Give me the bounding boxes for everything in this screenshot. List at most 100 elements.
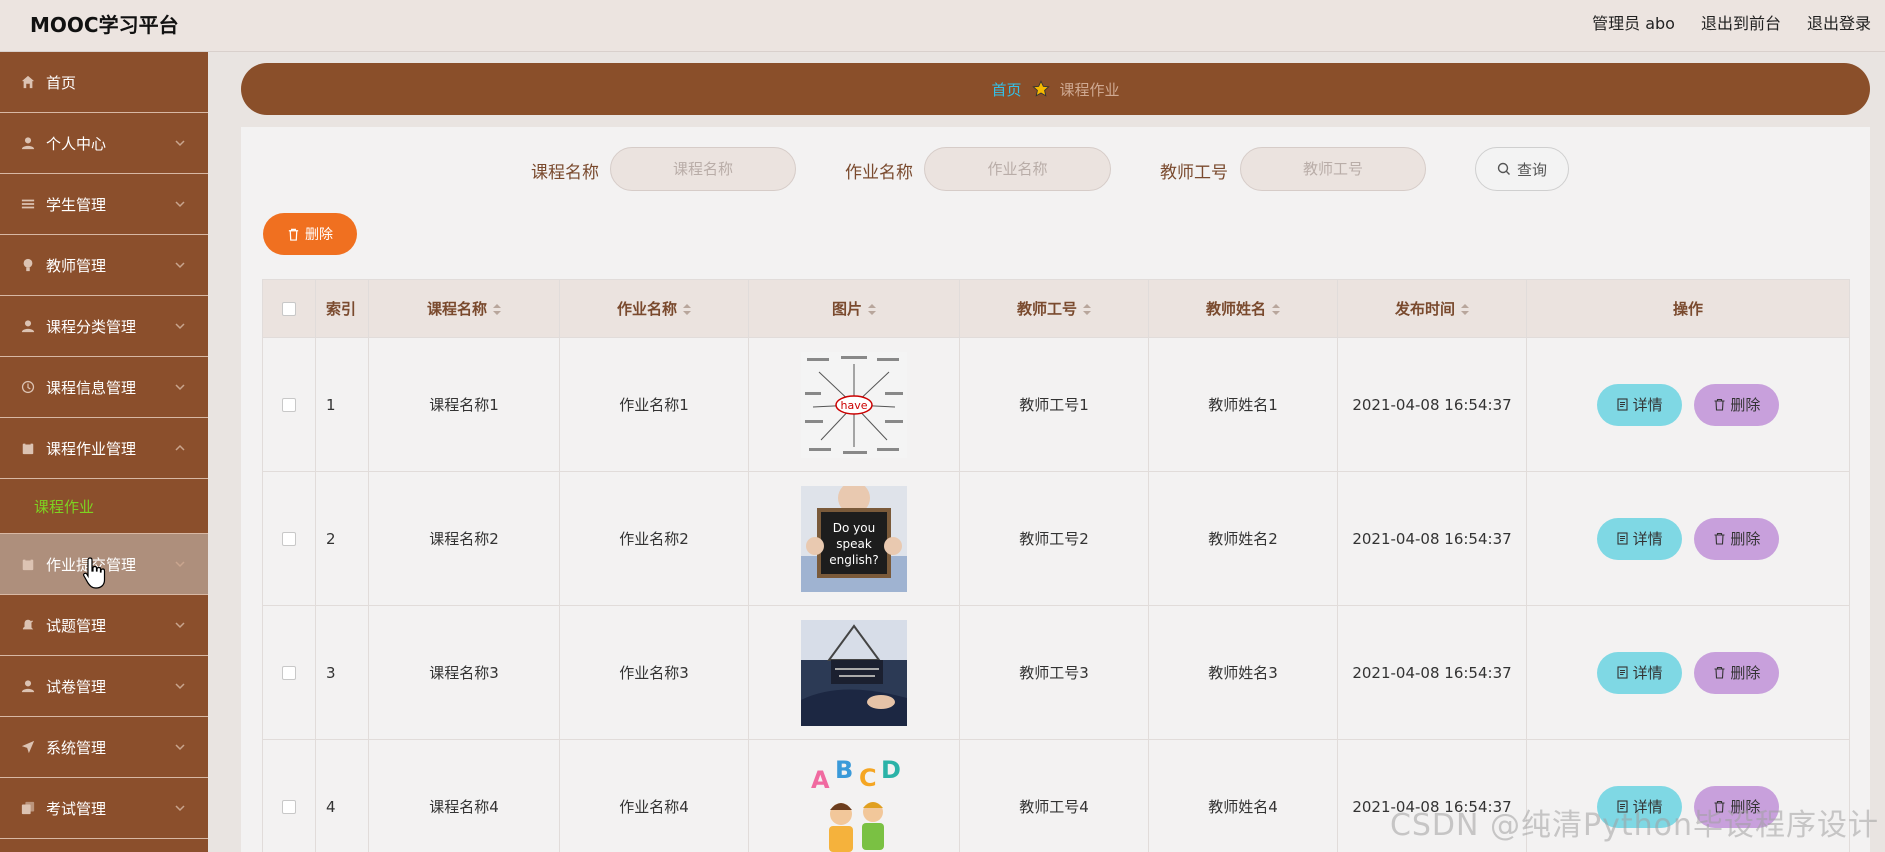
sidebar-item-homework-submission[interactable]: 作业提交管理 [0,534,208,595]
user-icon [20,135,36,151]
clipboard-icon [20,556,36,572]
teacher-no-cell: 教师工号1 [959,337,1149,472]
select-all-checkbox[interactable] [282,302,296,316]
breadcrumb-home-link[interactable]: 首页 [991,79,1021,100]
sidebar-item-label: 课程分类管理 [46,317,137,336]
row-index: 2 [315,471,369,606]
breadcrumb-current: 课程作业 [1059,80,1120,99]
sidebar-item-label: 课程作业管理 [46,439,137,458]
sidebar-item-label: 作业提交管理 [46,555,137,574]
sort-icon [868,304,876,315]
homework-name-input[interactable]: 作业名称 [924,147,1111,191]
course-name-input[interactable]: 课程名称 [610,147,796,191]
sidebar-item-label: 教师管理 [46,256,107,275]
column-header-publish-time[interactable]: 发布时间 [1337,279,1527,338]
app-title: MOOC学习平台 [30,13,179,37]
search-icon [1497,162,1510,175]
course-name-label: 课程名称 [531,163,599,183]
table-row: 1 课程名称1 作业名称1 have 教师工号1 教师姓名1 2021-04-0… [262,337,1850,472]
delete-button[interactable]: 删除 [1694,383,1780,426]
exit-to-frontend-link[interactable]: 退出到前台 [1701,10,1781,34]
row-checkbox[interactable] [282,532,296,546]
actions-cell: 详情 删除 [1526,605,1850,740]
batch-delete-button[interactable]: 删除 [263,213,357,255]
homework-image-thumbnail[interactable]: A B C D [801,753,907,852]
content-panel: 课程名称 课程名称 作业名称 作业名称 教师工号 教师工号 查询 删除 索引 课… [241,127,1870,852]
homework-image-thumbnail[interactable]: have [801,351,907,458]
bell-off-icon [20,617,36,633]
homework-image-thumbnail[interactable] [801,619,907,726]
sidebar-item-label: 个人中心 [46,134,107,153]
column-header-teacher-name[interactable]: 教师姓名 [1148,279,1338,338]
detail-button[interactable]: 详情 [1596,517,1682,560]
row-select-cell [262,605,316,740]
sidebar-item-paper-management[interactable]: 试卷管理 [0,656,208,717]
teacher-no-label: 教师工号 [1160,163,1228,183]
sidebar-item-exam-management[interactable]: 考试管理 [0,778,208,839]
trash-icon [1714,532,1725,545]
sidebar-item-label: 系统管理 [46,738,107,757]
delete-button[interactable]: 删除 [1694,517,1780,560]
image-cell: A B C D [748,739,960,852]
sidebar-item-personal-center[interactable]: 个人中心 [0,113,208,174]
chevron-down-icon [174,800,186,812]
clipboard-icon [20,440,36,456]
column-header-teacher-no[interactable]: 教师工号 [959,279,1149,338]
sidebar-item-label: 学生管理 [46,195,107,214]
image-line-2: speak [836,537,872,551]
sidebar-item-course-homework[interactable]: 课程作业管理 [0,418,208,479]
homework-name-cell: 作业名称2 [559,471,749,606]
image-line-3: english? [829,553,879,567]
sidebar-item-system-management[interactable]: 系统管理 [0,717,208,778]
column-header-label: 教师姓名 [1205,300,1266,318]
sidebar-item-student-management[interactable]: 学生管理 [0,174,208,235]
teacher-name-cell: 教师姓名1 [1148,337,1338,472]
row-checkbox[interactable] [282,398,296,412]
sidebar-item-question-management[interactable]: 试题管理 [0,595,208,656]
delete-button[interactable]: 删除 [1694,651,1780,694]
search-bar: 课程名称 课程名称 作业名称 作业名称 教师工号 教师工号 查询 [241,147,1870,191]
row-checkbox[interactable] [282,666,296,680]
teacher-no-input[interactable]: 教师工号 [1240,147,1426,191]
actions-cell: 详情 删除 [1526,337,1850,472]
search-button[interactable]: 查询 [1475,147,1569,191]
column-header-image[interactable]: 图片 [748,279,960,338]
image-cell [748,605,960,740]
row-select-cell [262,739,316,852]
homework-image-thumbnail[interactable]: Do you speak english? [801,485,907,592]
user-icon [20,318,36,334]
image-cell: Do you speak english? [748,471,960,606]
trash-icon [288,228,299,241]
top-header: MOOC学习平台 管理员 abo 退出到前台 退出登录 [0,0,1885,52]
delete-button-label: 删除 [1730,396,1761,414]
sort-icon [1272,304,1280,315]
column-header-homework[interactable]: 作业名称 [559,279,749,338]
sidebar-item-course-info[interactable]: 课程信息管理 [0,357,208,418]
send-icon [20,739,36,755]
homework-name-label: 作业名称 [845,163,913,183]
trash-icon [1714,398,1725,411]
column-header-index: 索引 [315,279,369,338]
star-icon [1031,80,1050,97]
sidebar-item-home[interactable]: 首页 [0,52,208,113]
image-letter-a: A [811,766,830,794]
sidebar-item-label: 首页 [46,73,77,92]
column-header-label: 作业名称 [616,300,677,318]
row-checkbox[interactable] [282,800,296,814]
admin-user-link[interactable]: 管理员 abo [1592,10,1675,34]
sidebar: 首页 个人中心 学生管理 教师管理 课程分类管理 课程信息管理 课程作业管理 课… [0,52,208,852]
sidebar-item-teacher-management[interactable]: 教师管理 [0,235,208,296]
teacher-name-cell: 教师姓名3 [1148,605,1338,740]
sidebar-item-course-category[interactable]: 课程分类管理 [0,296,208,357]
document-icon [1617,532,1628,545]
detail-button[interactable]: 详情 [1596,383,1682,426]
chevron-down-icon [174,196,186,208]
row-select-cell [262,337,316,472]
homework-name-cell: 作业名称4 [559,739,749,852]
sidebar-subitem-course-homework[interactable]: 课程作业 [0,479,208,534]
image-word: have [841,399,868,412]
logout-link[interactable]: 退出登录 [1807,10,1871,34]
detail-button[interactable]: 详情 [1596,651,1682,694]
publish-time-cell: 2021-04-08 16:54:37 [1337,605,1527,740]
column-header-course[interactable]: 课程名称 [368,279,560,338]
